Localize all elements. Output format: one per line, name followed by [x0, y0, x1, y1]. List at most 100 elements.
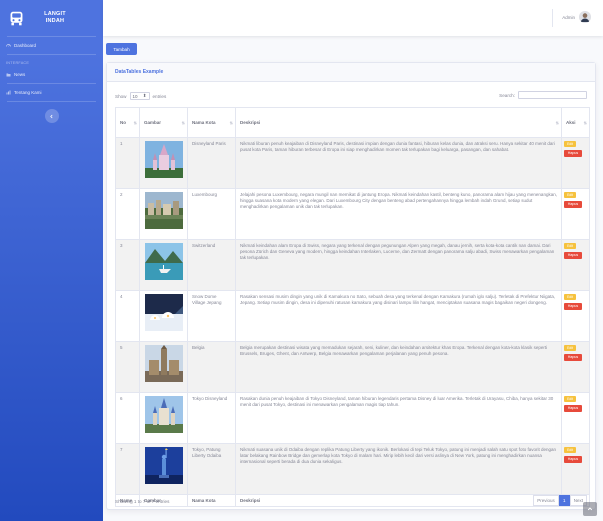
statue-image [145, 447, 183, 484]
table-header-row: No ⇅ Gambar ⇅ Nama Kota ⇅ Deskripsi ⇅ Aksi ⇅ [115, 107, 590, 138]
header-nama-kota[interactable]: Nama Kota ⇅ [187, 107, 236, 138]
table-row: 7 Tokyo, Patung Liberty Odaiba Nikmati s… [115, 443, 590, 495]
chevron-up-icon [587, 507, 593, 511]
sort-icon: ⇅ [133, 120, 137, 125]
entries-label: entries [152, 93, 167, 99]
table-row: 3 Switzerland Nikmati keindahan alam Ero… [115, 239, 590, 291]
cell-gambar [139, 188, 188, 240]
castle-image [145, 141, 183, 178]
cell-gambar [139, 239, 188, 291]
cell-nama-kota: Tokyo, Patung Liberty Odaiba [187, 443, 236, 495]
cell-aksi: Edit Hapus [561, 137, 590, 189]
datatable-card: DataTables Example Show 10 ⬍ entries Sea… [106, 62, 596, 510]
sidebar-item-tentang-kami[interactable]: Tentang Kami [0, 84, 103, 101]
username: Admin [562, 14, 575, 20]
sidebar-item-label: Tentang Kami [14, 90, 42, 95]
cell-gambar [139, 137, 188, 189]
user-menu[interactable]: Admin [562, 11, 591, 23]
cell-aksi: Edit Hapus [561, 290, 590, 342]
cell-deskripsi: Nikmati keindahan alam Eropa di Swiss, n… [235, 239, 562, 291]
brand[interactable]: LANGIT INDAH [0, 0, 103, 36]
header-no[interactable]: No ⇅ [115, 107, 140, 138]
lake-image [145, 243, 183, 280]
edit-button[interactable]: Edit [564, 447, 576, 453]
table-row: 6 Tokyo Disneyland Rasakan dunia penuh k… [115, 392, 590, 444]
sidebar-item-label: Dashboard [14, 43, 37, 48]
table-controls: Show 10 ⬍ entries Search: [115, 90, 587, 102]
cell-no: 2 [115, 188, 140, 240]
add-button[interactable]: Tambah [106, 43, 137, 55]
table-bottom: Showing 1 to 7 of 7 entries Previous 1 N… [115, 495, 587, 507]
sidebar-item-label: News [14, 72, 26, 77]
page-1-button[interactable]: 1 [558, 495, 570, 506]
cell-deskripsi: Rasakan sensasi musim dingin yang unik d… [235, 290, 562, 342]
cell-nama-kota: Snow Dome Village Jepang [187, 290, 236, 342]
header-aksi[interactable]: Aksi ⇅ [561, 107, 590, 138]
city-image [145, 192, 183, 229]
pagination: Previous 1 Next [533, 495, 587, 506]
edit-button[interactable]: Edit [564, 345, 576, 351]
delete-button[interactable]: Hapus [564, 150, 582, 157]
entries-value: 10 [132, 93, 138, 99]
scroll-to-top-button[interactable] [583, 502, 597, 516]
show-label: Show [115, 93, 127, 99]
table-info: Showing 1 to 7 of 7 entries [115, 499, 170, 504]
select-arrows-icon: ⬍ [142, 93, 147, 98]
data-table: No ⇅ Gambar ⇅ Nama Kota ⇅ Deskripsi ⇅ Aksi ⇅ … [115, 107, 590, 507]
cell-deskripsi: Belgia merupakan destinasi wisata yang m… [235, 341, 562, 393]
sidebar-divider [7, 101, 96, 102]
search-control: Search: [499, 91, 587, 99]
tower-image [145, 345, 183, 382]
brand-line1: LANGIT [44, 11, 66, 17]
cell-gambar [139, 290, 188, 342]
disney-castle-image [145, 396, 183, 433]
sort-icon: ⇅ [583, 120, 587, 125]
edit-button[interactable]: Edit [564, 141, 576, 147]
entries-select[interactable]: 10 ⬍ [129, 92, 150, 100]
delete-button[interactable]: Hapus [564, 456, 582, 463]
sort-icon: ⇅ [229, 120, 233, 125]
topbar-divider [552, 9, 553, 27]
table-row: 2 Luxembourg Jelajahi pesona Luxembourg,… [115, 188, 590, 240]
table-row: 1 Disneyland Paris Nikmati liburan penuh… [115, 137, 590, 189]
cell-no: 6 [115, 392, 140, 444]
length-control: Show 10 ⬍ entries [115, 92, 166, 100]
card-title: DataTables Example [115, 69, 164, 75]
header-gambar[interactable]: Gambar ⇅ [139, 107, 188, 138]
delete-button[interactable]: Hapus [564, 303, 582, 310]
cell-no: 5 [115, 341, 140, 393]
cell-nama-kota: Switzerland [187, 239, 236, 291]
cell-gambar [139, 341, 188, 393]
edit-button[interactable]: Edit [564, 192, 576, 198]
cell-nama-kota: Tokyo Disneyland [187, 392, 236, 444]
cell-aksi: Edit Hapus [561, 188, 590, 240]
card-header: DataTables Example [107, 63, 595, 82]
sort-icon: ⇅ [181, 120, 185, 125]
delete-button[interactable]: Hapus [564, 252, 582, 259]
cell-nama-kota: Luxembourg [187, 188, 236, 240]
edit-button[interactable]: Edit [564, 294, 576, 300]
cell-gambar [139, 443, 188, 495]
cell-aksi: Edit Hapus [561, 392, 590, 444]
sidebar-item-news[interactable]: News [0, 66, 103, 83]
sidebar-toggle-button[interactable] [44, 109, 59, 123]
cell-aksi: Edit Hapus [561, 239, 590, 291]
sidebar-heading: Interface [6, 61, 30, 65]
cell-nama-kota: Belgia [187, 341, 236, 393]
delete-button[interactable]: Hapus [564, 405, 582, 412]
edit-button[interactable]: Edit [564, 396, 576, 402]
header-deskripsi[interactable]: Deskripsi ⇅ [235, 107, 562, 138]
cell-no: 1 [115, 137, 140, 189]
previous-button[interactable]: Previous [533, 495, 559, 506]
delete-button[interactable]: Hapus [564, 354, 582, 361]
sidebar-item-dashboard[interactable]: Dashboard [0, 37, 103, 54]
chevron-left-icon [50, 114, 53, 118]
user-icon [579, 11, 591, 23]
brand-line2: INDAH [45, 18, 65, 24]
cell-aksi: Edit Hapus [561, 443, 590, 495]
folder-icon [6, 73, 11, 77]
delete-button[interactable]: Hapus [564, 201, 582, 208]
brand-name: LANGIT INDAH [35, 11, 75, 25]
search-input[interactable] [518, 91, 587, 99]
edit-button[interactable]: Edit [564, 243, 576, 249]
